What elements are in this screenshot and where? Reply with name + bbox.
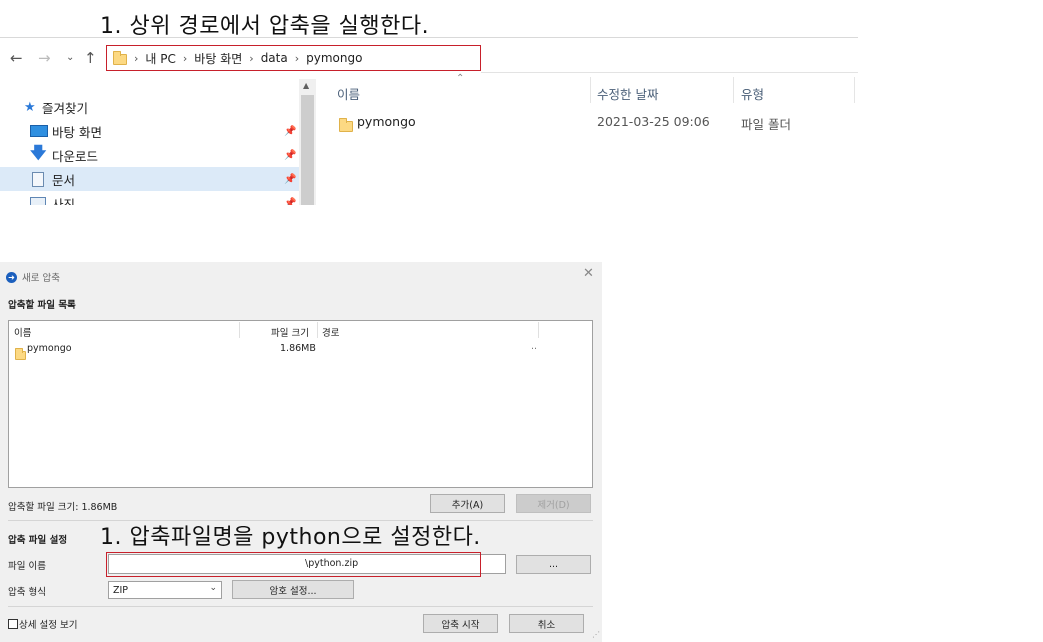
sidebar-item-desktop[interactable]: 바탕 화면 📌 — [0, 119, 299, 143]
sidebar-item-label: 사진 — [52, 196, 76, 206]
divider — [317, 322, 318, 338]
format-label: 압축 형식 — [8, 587, 46, 598]
highlight-box — [106, 552, 481, 577]
pin-icon[interactable]: 📌 — [284, 150, 296, 161]
settings-label: 압축 파일 설정 — [8, 535, 68, 546]
forward-arrow-icon[interactable]: → — [38, 49, 51, 67]
sidebar-item-label: 즐겨찾기 — [42, 100, 89, 116]
folder-icon — [15, 348, 26, 360]
resize-grip-icon[interactable]: ⋰ — [592, 630, 600, 639]
sidebar-item-favorites[interactable]: ★ 즐겨찾기 — [0, 95, 299, 119]
column-header-type[interactable]: 유형 — [741, 84, 764, 103]
file-type: 파일 폴더 — [741, 117, 791, 132]
chevron-right-icon: › — [134, 51, 139, 65]
breadcrumb-item[interactable]: pymongo — [306, 51, 362, 65]
compress-dialog: ➜ 새로 압축 ✕ 압축할 파일 목록 이름 파일 크기 경로 pymongo … — [0, 262, 602, 642]
divider — [538, 322, 539, 338]
back-arrow-icon[interactable]: ← — [10, 49, 23, 67]
scrollbar-thumb[interactable] — [301, 95, 314, 205]
add-button[interactable]: 추가(A) — [430, 494, 505, 513]
breadcrumb-item[interactable]: 내 PC — [145, 50, 175, 67]
close-icon[interactable]: ✕ — [583, 266, 594, 281]
sidebar-item-label: 바탕 화면 — [52, 124, 102, 140]
app-icon: ➜ — [6, 271, 17, 283]
password-button[interactable]: 암호 설정... — [232, 580, 354, 599]
dialog-title-text: 새로 압축 — [22, 273, 60, 284]
column-header-name[interactable]: 이름 — [337, 84, 360, 103]
list-header-size[interactable]: 파일 크기 — [271, 325, 309, 339]
list-item-name: pymongo — [27, 343, 72, 354]
star-icon: ★ — [24, 99, 36, 115]
file-list[interactable]: 이름 파일 크기 경로 pymongo 1.86MB .. — [8, 320, 593, 488]
divider — [590, 77, 591, 103]
file-modified: 2021-03-25 09:06 — [597, 114, 710, 129]
browse-button[interactable]: ... — [516, 555, 591, 574]
remove-button[interactable]: 제거(D) — [516, 494, 591, 513]
address-bar[interactable]: › 내 PC › 바탕 화면 › data › pymongo — [106, 45, 481, 71]
file-list-label: 압축할 파일 목록 — [8, 300, 76, 311]
file-name: pymongo — [357, 114, 416, 129]
chevron-down-icon[interactable]: ⌄ — [66, 52, 74, 63]
divider — [481, 72, 858, 73]
sidebar-scrollbar[interactable]: ▲ — [299, 79, 316, 205]
chevron-right-icon: › — [249, 51, 254, 65]
list-item-size: 1.86MB — [280, 343, 316, 354]
chevron-down-icon: ⌄ — [209, 583, 217, 593]
total-size-text: 압축할 파일 크기: 1.86MB — [8, 502, 118, 513]
divider — [733, 77, 734, 103]
sidebar-item-label: 문서 — [52, 172, 76, 188]
chevron-right-icon: › — [294, 51, 300, 65]
top-annotation: 1. 상위 경로에서 압축을 실행한다. — [100, 14, 430, 39]
cancel-button[interactable]: 취소 — [509, 614, 584, 633]
up-arrow-icon[interactable]: ↑ — [84, 49, 97, 67]
sidebar-item-pictures[interactable]: 사진 📌 — [0, 193, 299, 205]
divider — [854, 77, 855, 103]
desktop-icon — [30, 125, 48, 137]
list-header-name[interactable]: 이름 — [14, 325, 31, 339]
format-select[interactable]: ZIP ⌄ — [108, 581, 222, 599]
scroll-up-icon[interactable]: ▲ — [303, 81, 309, 90]
mid-annotation: 1. 압축파일명을 python으로 설정한다. — [100, 525, 481, 550]
format-value: ZIP — [113, 584, 129, 596]
advanced-label: 상세 설정 보기 — [19, 620, 78, 631]
advanced-checkbox[interactable] — [8, 619, 18, 629]
dialog-title: ➜ 새로 압축 — [6, 270, 60, 284]
folder-icon — [113, 51, 127, 65]
document-icon — [32, 171, 44, 187]
pin-icon[interactable]: 📌 — [284, 174, 296, 185]
download-icon: 🡇 — [30, 142, 47, 162]
filename-label: 파일 이름 — [8, 561, 46, 572]
sort-up-icon: ⌃ — [456, 73, 465, 84]
divider — [8, 606, 593, 607]
list-header-path[interactable]: 경로 — [322, 325, 339, 339]
file-explorer: ← → ⌄ ↑ › 내 PC › 바탕 화면 › data › pymongo … — [0, 37, 858, 205]
picture-icon — [30, 197, 46, 205]
breadcrumb-item[interactable]: 바탕 화면 — [194, 50, 242, 67]
sidebar-item-downloads[interactable]: 🡇 다운로드 📌 — [0, 143, 299, 167]
column-header-modified[interactable]: 수정한 날짜 — [597, 84, 658, 103]
start-button[interactable]: 압축 시작 — [423, 614, 498, 633]
chevron-right-icon: › — [182, 51, 188, 65]
sidebar-item-documents[interactable]: 문서 📌 — [0, 167, 299, 191]
list-item-path: .. — [531, 341, 538, 352]
sidebar-item-label: 다운로드 — [52, 148, 99, 164]
pin-icon[interactable]: 📌 — [284, 198, 296, 206]
divider — [239, 322, 240, 338]
divider — [0, 37, 858, 38]
breadcrumb-item[interactable]: data — [261, 51, 288, 65]
pin-icon[interactable]: 📌 — [284, 126, 296, 137]
folder-icon — [339, 118, 353, 132]
